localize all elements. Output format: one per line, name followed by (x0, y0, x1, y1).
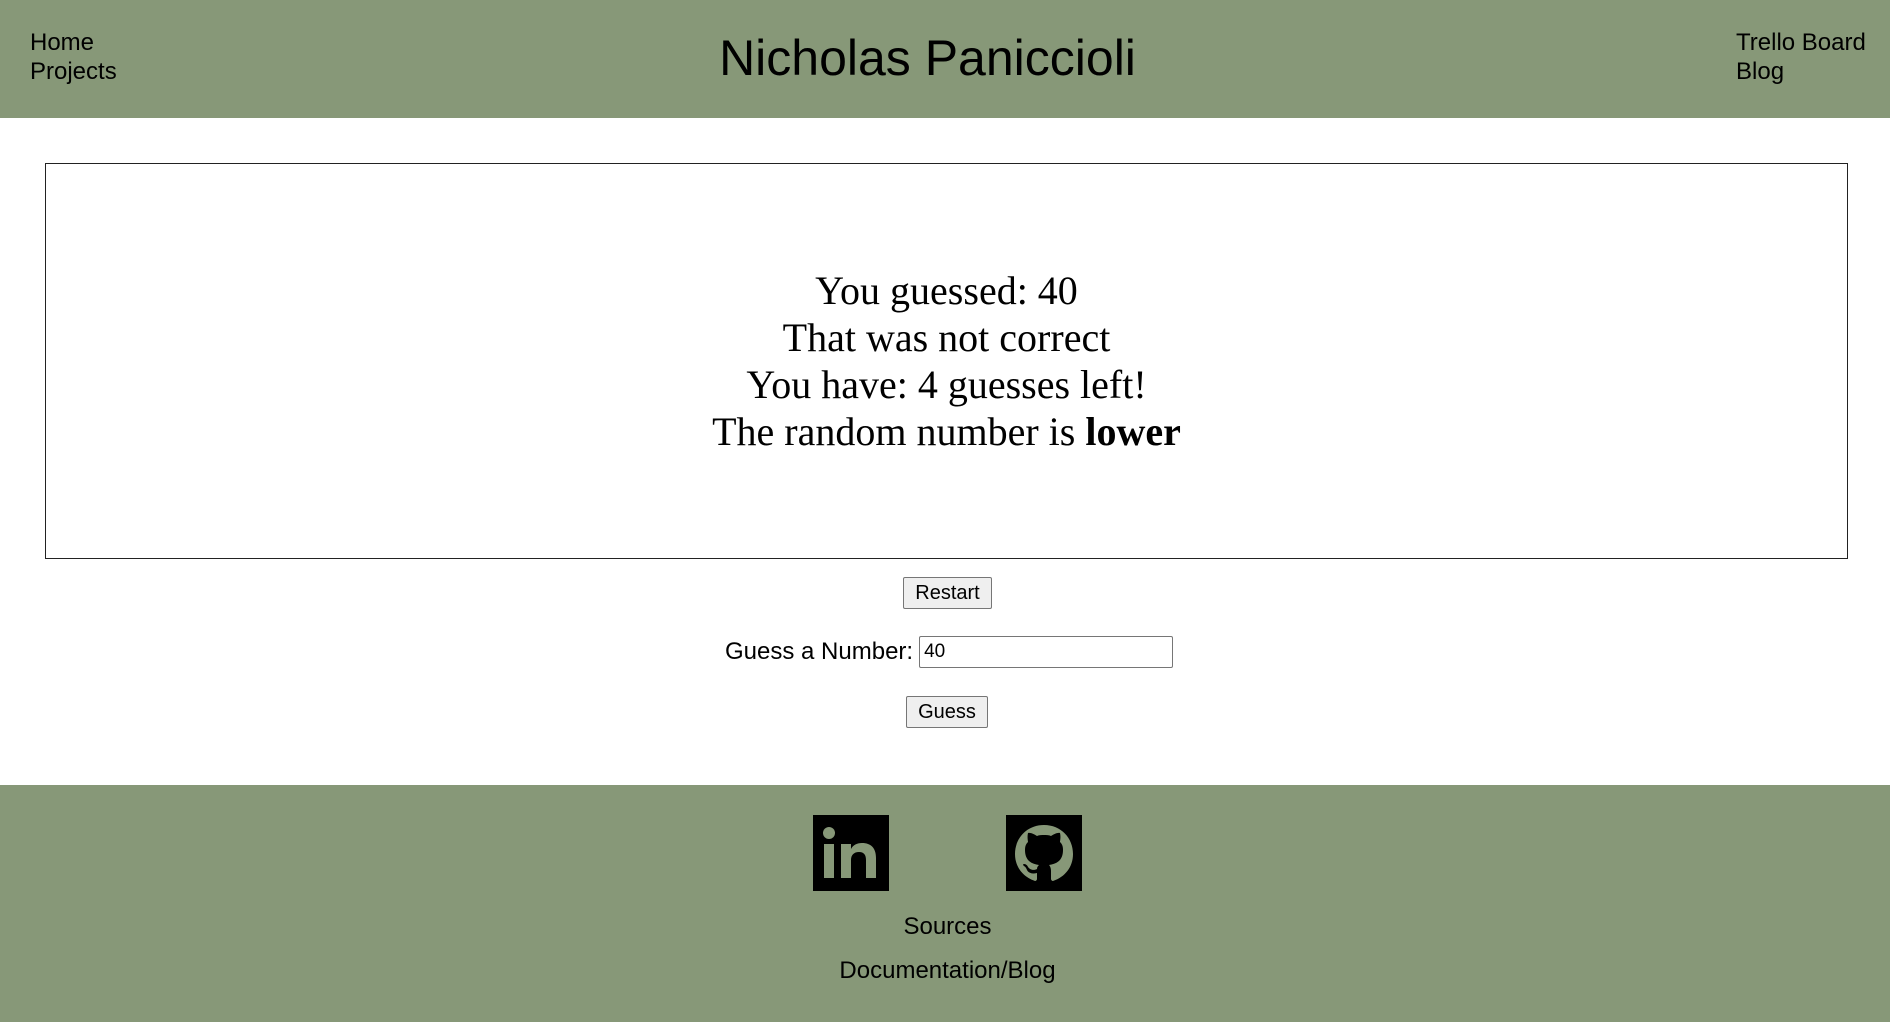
sources-link[interactable]: Sources (0, 912, 1890, 941)
game-result-box: You guessed: 40 That was not correct You… (45, 163, 1848, 559)
guess-result-text: You guessed: 40 (815, 268, 1078, 313)
linkedin-icon[interactable] (813, 815, 889, 891)
guess-label: Guess a Number: (725, 638, 914, 665)
nav-trello-link[interactable]: Trello Board (1736, 28, 1866, 57)
documentation-blog-link[interactable]: Documentation/Blog (0, 956, 1890, 985)
guess-input[interactable] (919, 636, 1174, 668)
nav-right: Trello Board Blog (1736, 28, 1866, 86)
hint-direction: lower (1085, 409, 1181, 454)
site-title: Nicholas Paniccioli (719, 30, 1136, 86)
site-header: Home Projects Nicholas Paniccioli Trello… (0, 0, 1890, 118)
guess-button[interactable]: Guess (906, 696, 988, 728)
guess-row: Guess a Number: (725, 636, 1174, 668)
restart-button[interactable]: Restart (903, 577, 992, 609)
site-footer: Sources Documentation/Blog (0, 785, 1890, 1022)
nav-blog-link[interactable]: Blog (1736, 57, 1866, 86)
guesses-left-text: You have: 4 guesses left! (746, 362, 1147, 407)
hint-prefix: The random number is (712, 409, 1086, 454)
hint-text: The random number is lower (712, 408, 1181, 455)
correctness-text: That was not correct (782, 315, 1111, 360)
github-icon[interactable] (1006, 815, 1082, 891)
